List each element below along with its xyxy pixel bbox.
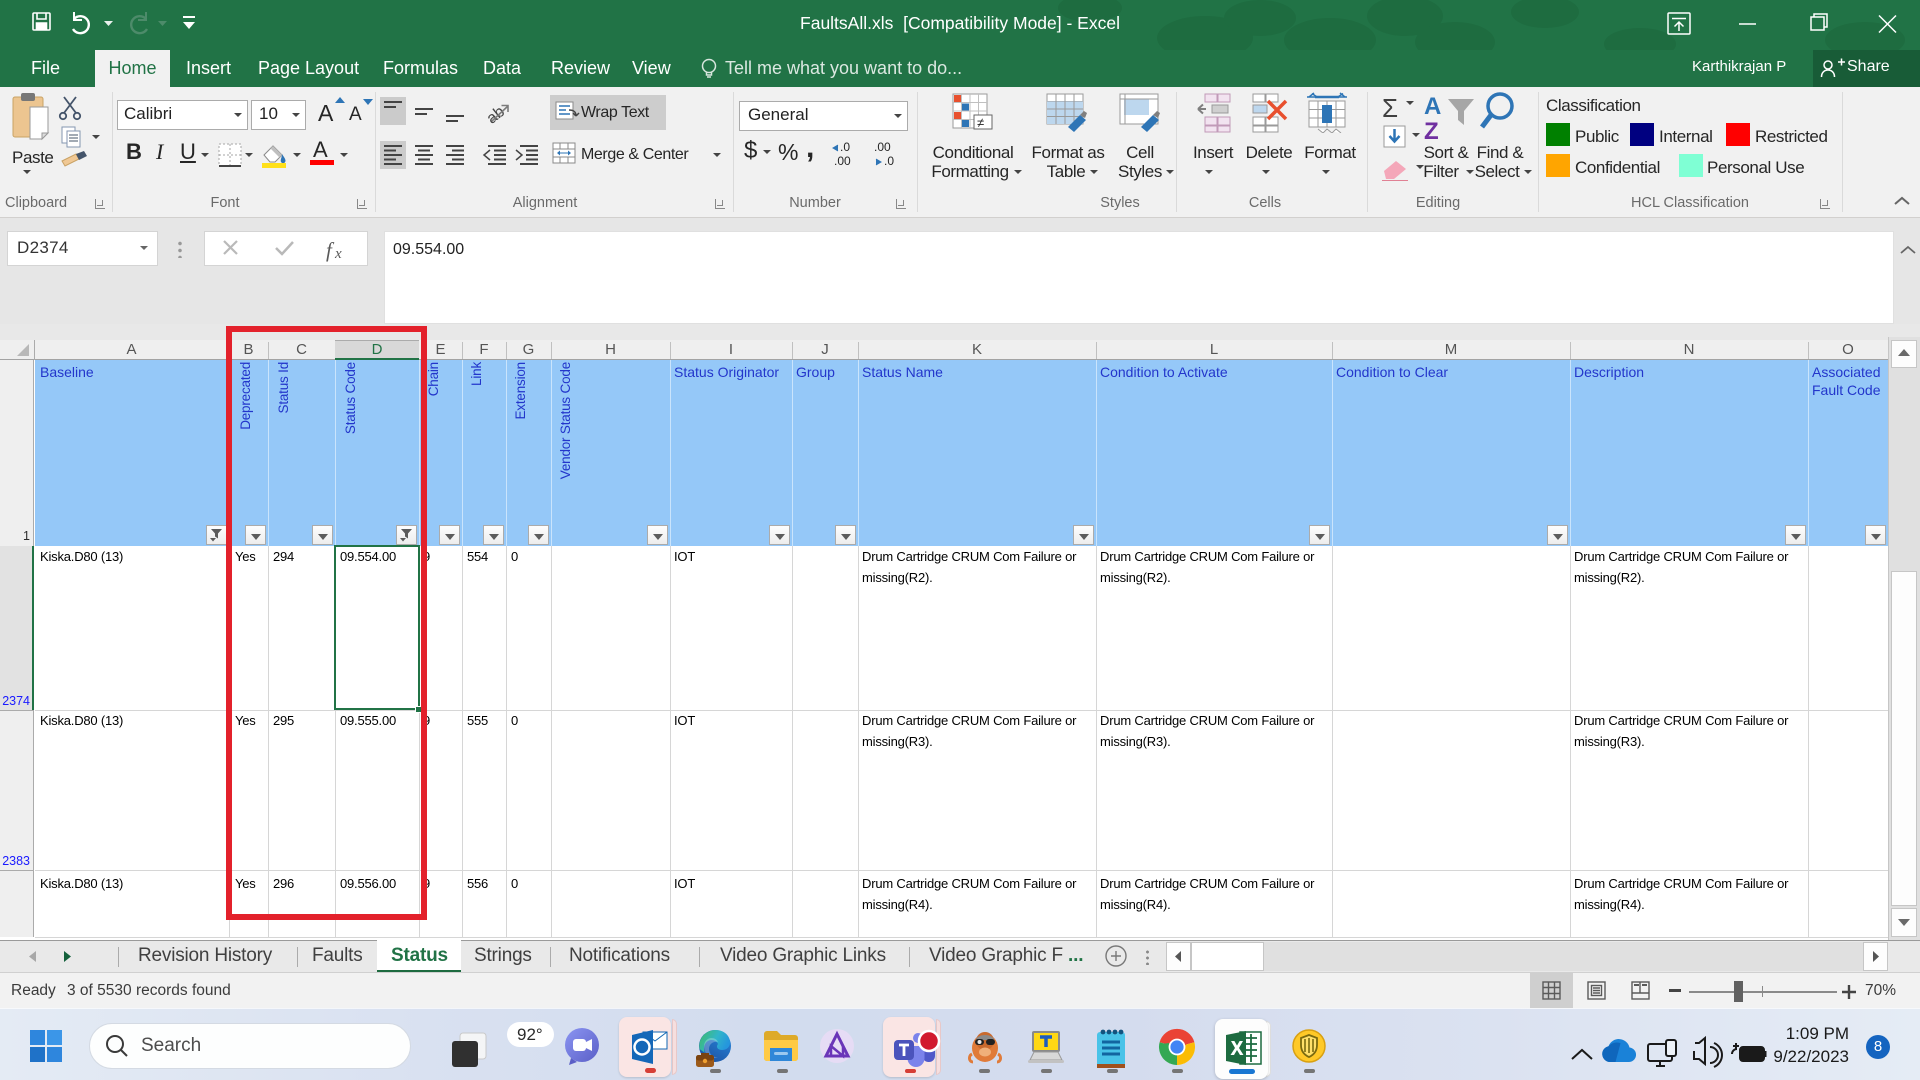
svg-text:≠: ≠ (977, 115, 984, 130)
svg-text:f: f (326, 238, 335, 262)
svg-text:.0: .0 (840, 140, 850, 154)
svg-text:ab: ab (484, 103, 509, 127)
svg-text:.0: .0 (884, 154, 894, 168)
svg-text:x: x (334, 246, 342, 262)
svg-text:.00: .00 (834, 154, 851, 168)
svg-text:.00: .00 (874, 140, 891, 154)
